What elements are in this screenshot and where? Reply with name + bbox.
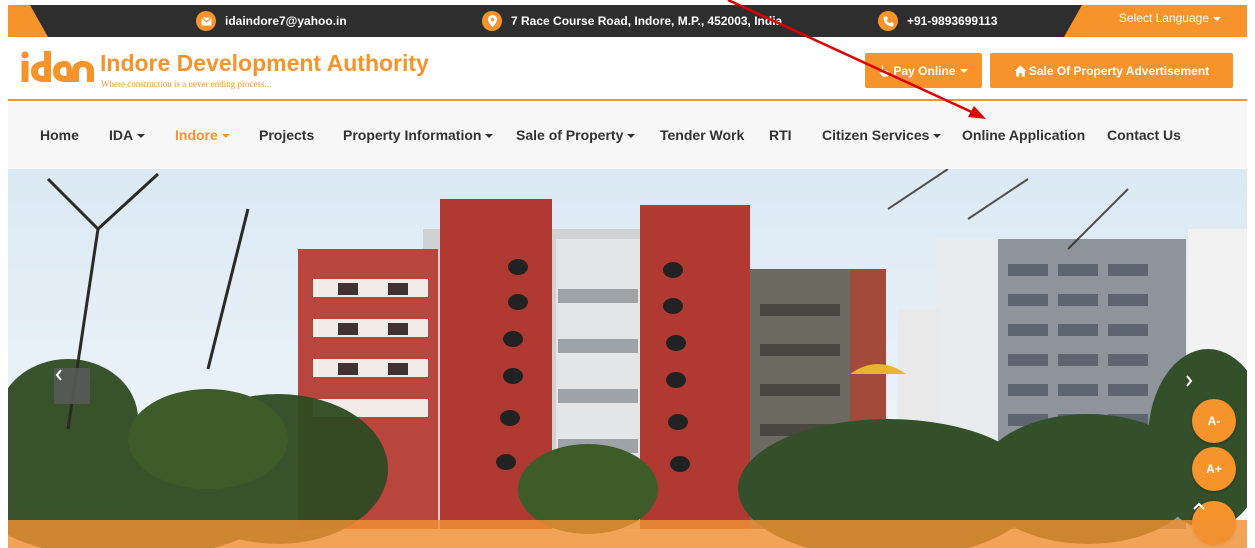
hero-image: [8, 169, 1247, 548]
nav-label: Projects: [259, 127, 315, 143]
font-increase-label: A+: [1206, 462, 1222, 476]
nav-label: Tender Work: [660, 127, 745, 143]
phone-icon: [878, 11, 898, 31]
address-text: 7 Race Course Road, Indore, M.P., 452003…: [511, 14, 783, 28]
caret-down-icon: [627, 134, 636, 139]
address-contact: 7 Race Course Road, Indore, M.P., 452003…: [482, 5, 782, 37]
nav-label: Property Information: [343, 127, 482, 143]
nav-label: Citizen Services: [822, 127, 930, 143]
pay-online-label: Pay Online: [893, 63, 956, 78]
hero-slider: A- A+: [8, 169, 1247, 548]
nav-item-home[interactable]: Home: [40, 127, 79, 143]
nav-item-sale-of-property[interactable]: Sale of Property: [516, 127, 636, 143]
nav-label: IDA: [109, 127, 134, 143]
slider-prev-button[interactable]: [54, 368, 90, 404]
nav-item-tender-work[interactable]: Tender Work: [660, 127, 744, 143]
caret-down-icon: [485, 134, 494, 139]
sale-property-label: Sale Of Property Advertisement: [1028, 63, 1210, 78]
language-selector[interactable]: Select Language: [1119, 11, 1221, 25]
chevron-right-icon: [1186, 375, 1193, 387]
nav-label: Contact Us: [1107, 127, 1181, 143]
sale-property-advertisement-button[interactable]: Sale Of Property Advertisement: [990, 53, 1233, 88]
font-decrease-label: A-: [1207, 414, 1221, 428]
language-label: Select Language: [1118, 11, 1209, 25]
phone-contact[interactable]: +91-9893699113: [878, 5, 997, 37]
main-navigation: Home IDA Indore Projects Property Inform…: [8, 103, 1247, 169]
hero-caption-strip: [8, 520, 1247, 548]
caret-down-icon: [221, 134, 230, 139]
caret-down-icon: [137, 134, 146, 139]
nav-label: Indore: [175, 127, 218, 143]
nav-label: RTI: [769, 127, 792, 143]
chevron-up-icon: [1193, 502, 1205, 510]
nav-item-rti[interactable]: RTI: [769, 127, 792, 143]
nav-item-contact-us[interactable]: Contact Us: [1107, 127, 1181, 143]
nav-item-citizen-services[interactable]: Citizen Services: [822, 127, 942, 143]
ida-logo[interactable]: [20, 51, 96, 88]
site-header: Indore Development Authority Where const…: [8, 37, 1247, 101]
caret-down-icon: [933, 134, 942, 139]
nav-item-projects[interactable]: Projects: [259, 127, 314, 143]
nav-item-property-information[interactable]: Property Information: [343, 127, 494, 143]
email-contact[interactable]: idaindore7@yahoo.in: [196, 5, 347, 37]
nav-item-indore[interactable]: Indore: [175, 127, 230, 143]
site-tagline: Where construction is a never ending pro…: [101, 79, 272, 89]
font-increase-button[interactable]: A+: [1192, 447, 1236, 491]
chevron-left-icon: [55, 369, 62, 381]
nav-item-online-application[interactable]: Online Application: [962, 127, 1085, 143]
email-text: idaindore7@yahoo.in: [225, 14, 347, 28]
pay-online-button[interactable]: Pay Online: [865, 53, 982, 88]
map-pin-icon: [482, 11, 502, 31]
nav-label: Home: [40, 127, 79, 143]
nav-item-ida[interactable]: IDA: [109, 127, 146, 143]
phone-text: +91-9893699113: [907, 14, 998, 28]
site-title: Indore Development Authority: [100, 50, 429, 76]
nav-label: Online Application: [962, 127, 1086, 143]
hand-pointer-icon: [879, 65, 889, 76]
caret-down-icon: [959, 68, 968, 73]
caret-down-icon: [1213, 16, 1221, 21]
nav-label: Sale of Property: [516, 127, 624, 143]
home-icon: [1014, 65, 1027, 76]
font-decrease-button[interactable]: A-: [1192, 399, 1236, 443]
top-contact-bar: idaindore7@yahoo.in 7 Race Course Road, …: [8, 5, 1247, 37]
envelope-icon: [196, 11, 216, 31]
